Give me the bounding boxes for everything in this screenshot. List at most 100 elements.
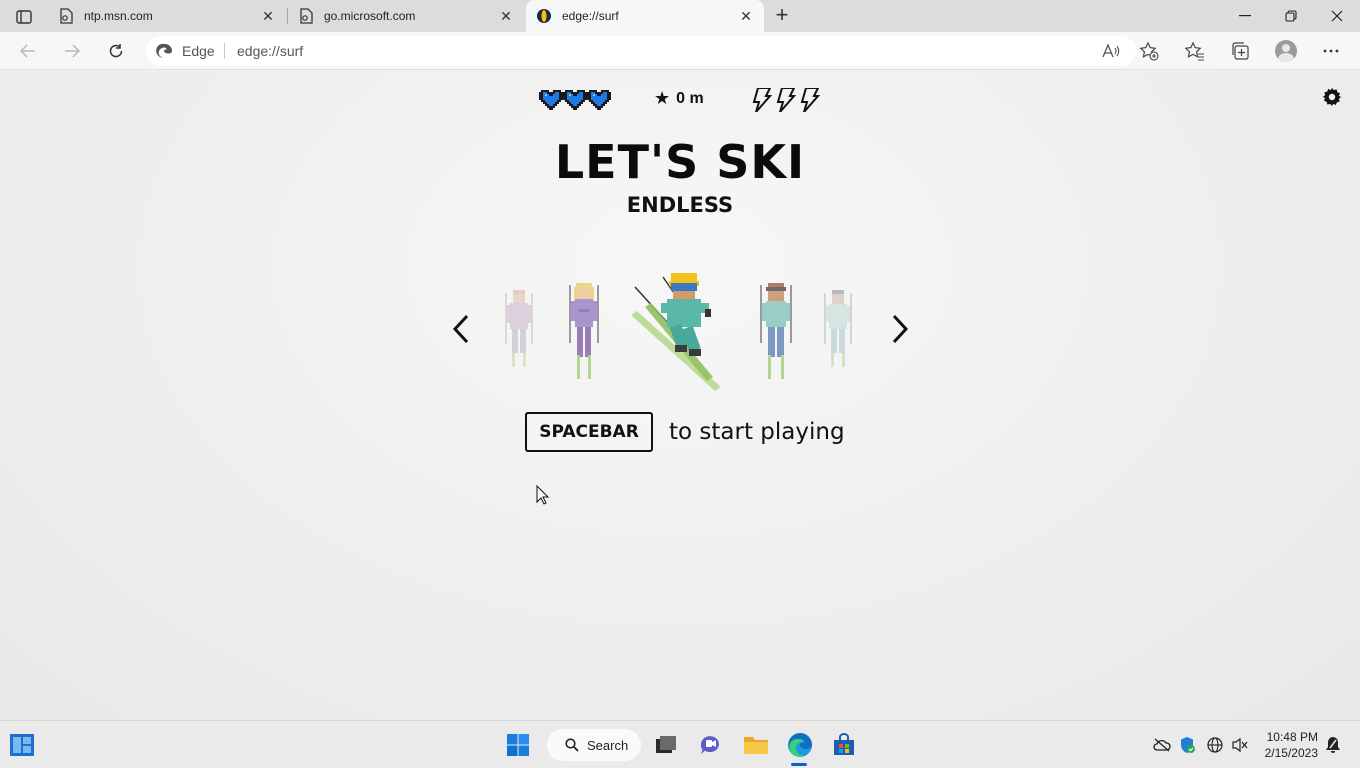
tab-actions-menu-button[interactable] xyxy=(10,6,38,28)
close-window-button[interactable] xyxy=(1314,0,1360,32)
widgets-button[interactable] xyxy=(8,731,36,759)
edge-browser-icon xyxy=(788,733,812,757)
onedrive-tray-button[interactable] xyxy=(1153,736,1171,754)
windows-logo-icon xyxy=(507,734,529,756)
forward-button[interactable] xyxy=(58,38,86,64)
boost-indicator xyxy=(748,88,820,112)
store-icon xyxy=(834,733,854,755)
navigation-toolbar: Edge edge://surf xyxy=(0,32,1360,70)
surf-game-canvas[interactable]: ★ 0 m LET'S SKI ENDLESS SPACEBAR to star… xyxy=(0,71,1360,720)
star-add-icon xyxy=(1139,41,1159,61)
collections-icon xyxy=(1232,42,1249,60)
close-tab-icon[interactable]: ✕ xyxy=(260,8,276,24)
spacebar-key[interactable]: SPACEBAR xyxy=(525,412,653,452)
character-skier-far-right[interactable] xyxy=(822,289,854,369)
task-view-icon xyxy=(656,736,676,753)
add-favorite-button[interactable] xyxy=(1136,39,1162,63)
tab-ntp-msn[interactable]: ntp.msn.com ✕ xyxy=(48,0,286,32)
task-view-button[interactable] xyxy=(652,731,680,759)
distance-value: 0 m xyxy=(676,89,704,107)
read-aloud-icon xyxy=(1102,43,1120,58)
surf-icon xyxy=(536,8,552,24)
cloud-offline-icon xyxy=(1153,738,1171,752)
clock-time: 10:48 PM xyxy=(1266,730,1318,744)
clock-date: 2/15/2023 xyxy=(1264,746,1318,760)
start-prompt: SPACEBAR to start playing xyxy=(525,412,845,452)
settings-and-more-button[interactable] xyxy=(1318,39,1344,63)
heart-icon xyxy=(563,90,587,110)
tab-edge-surf[interactable]: edge://surf ✕ xyxy=(526,0,764,32)
arrow-right-icon xyxy=(65,44,80,58)
game-settings-button[interactable] xyxy=(1321,86,1343,108)
chevron-left-icon xyxy=(452,314,469,344)
chevron-right-icon xyxy=(892,314,909,344)
close-icon xyxy=(1331,10,1343,22)
microsoft-store-button[interactable] xyxy=(830,731,858,759)
url-text: edge://surf xyxy=(237,43,304,59)
arrow-left-icon xyxy=(20,44,35,58)
character-skier-selected[interactable] xyxy=(625,269,725,397)
distance-counter: ★ 0 m xyxy=(654,88,704,109)
lightning-bolt-icon xyxy=(800,88,820,112)
lightning-bolt-icon xyxy=(752,88,772,112)
site-identity-label: Edge xyxy=(182,43,215,59)
lives-indicator xyxy=(539,88,611,110)
new-tab-button[interactable]: + xyxy=(770,4,794,28)
tab-title: ntp.msn.com xyxy=(84,9,153,23)
start-button[interactable] xyxy=(504,731,532,759)
collections-button[interactable] xyxy=(1227,39,1253,63)
windows-taskbar: Search 10:48 PM 2/15/2023 xyxy=(0,720,1360,768)
heart-icon xyxy=(539,90,563,110)
character-skier-far-left[interactable] xyxy=(503,289,535,369)
system-clock[interactable]: 10:48 PM 2/15/2023 xyxy=(1262,729,1318,761)
shield-check-icon xyxy=(1181,737,1195,753)
avatar xyxy=(1275,40,1297,62)
favorites-button[interactable] xyxy=(1182,39,1208,63)
character-skier-blonde[interactable] xyxy=(567,281,601,381)
heart-icon xyxy=(587,90,611,110)
tab-title: go.microsoft.com xyxy=(324,9,416,23)
previous-character-button[interactable] xyxy=(449,311,473,347)
lightning-bolt-icon xyxy=(776,88,796,112)
network-tray-button[interactable] xyxy=(1206,736,1224,754)
globe-icon xyxy=(1207,737,1223,753)
chat-button[interactable] xyxy=(697,731,725,759)
close-tab-icon[interactable]: ✕ xyxy=(498,8,514,24)
minimize-icon xyxy=(1239,15,1251,17)
start-instruction: to start playing xyxy=(669,419,845,445)
search-label: Search xyxy=(587,737,629,753)
folder-icon xyxy=(744,737,768,754)
active-app-indicator xyxy=(791,763,807,766)
file-explorer-button[interactable] xyxy=(742,731,770,759)
character-skier-teal[interactable] xyxy=(758,281,794,381)
tab-go-microsoft[interactable]: go.microsoft.com ✕ xyxy=(288,0,524,32)
refresh-icon xyxy=(109,44,123,58)
omnibox-divider xyxy=(224,43,225,59)
widgets-icon xyxy=(10,734,34,756)
edge-taskbar-button[interactable] xyxy=(786,731,814,759)
address-bar[interactable]: Edge edge://surf xyxy=(146,36,1136,66)
notification-bell-icon xyxy=(1326,737,1340,753)
notifications-button[interactable] xyxy=(1324,736,1342,754)
volume-tray-button[interactable] xyxy=(1231,736,1249,754)
taskbar-search-button[interactable]: Search xyxy=(547,729,641,761)
gear-icon xyxy=(1322,87,1342,107)
read-aloud-button[interactable] xyxy=(1100,41,1122,61)
tab-actions-icon xyxy=(16,10,32,24)
close-tab-icon[interactable]: ✕ xyxy=(738,8,754,24)
refresh-button[interactable] xyxy=(102,38,130,64)
tab-strip: ntp.msn.com ✕ go.microsoft.com ✕ edge://… xyxy=(0,0,1360,32)
page-icon xyxy=(58,8,74,24)
star-icon: ★ xyxy=(654,88,671,108)
next-character-button[interactable] xyxy=(888,311,912,347)
profile-button[interactable] xyxy=(1273,39,1299,63)
speaker-muted-icon xyxy=(1232,737,1248,753)
security-tray-button[interactable] xyxy=(1178,736,1196,754)
chat-icon xyxy=(700,736,719,754)
game-title: LET'S SKI xyxy=(554,135,806,189)
back-button[interactable] xyxy=(14,38,42,64)
minimize-button[interactable] xyxy=(1222,0,1268,32)
favorites-icon xyxy=(1185,41,1204,61)
restore-button[interactable] xyxy=(1268,0,1314,32)
edge-logo-icon xyxy=(156,43,172,58)
